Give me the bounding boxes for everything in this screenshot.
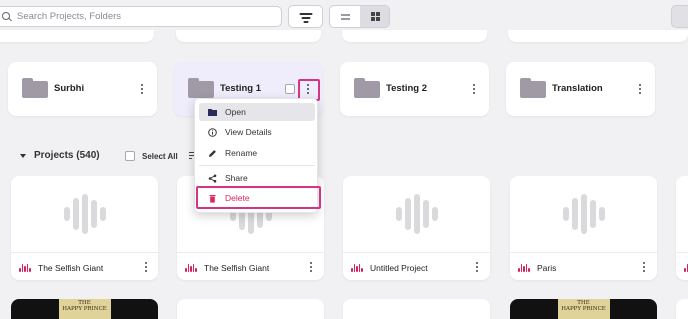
- more-options-icon[interactable]: [643, 262, 646, 273]
- folder-checkbox[interactable]: [285, 84, 295, 94]
- filter-icon: [299, 13, 312, 15]
- list-view-button[interactable]: [330, 6, 360, 27]
- filter-icon-line: [303, 21, 308, 23]
- waveform-placeholder-icon: [395, 194, 438, 234]
- more-options-icon[interactable]: [145, 262, 148, 273]
- folder-name: Testing 2: [386, 83, 427, 94]
- info-icon: [208, 128, 217, 137]
- projects-section-title: Projects (540): [34, 150, 100, 161]
- more-options-icon[interactable]: [476, 262, 479, 273]
- delete-highlight: [196, 186, 321, 209]
- project-card[interactable]: Paris: [510, 176, 657, 280]
- folder-icon: [354, 78, 380, 98]
- project-card-partial[interactable]: [676, 299, 688, 319]
- search-icon: [1, 11, 13, 23]
- menu-item-rename[interactable]: Rename: [199, 144, 315, 162]
- folder-icon: [520, 78, 546, 98]
- project-card-partial[interactable]: [177, 299, 324, 319]
- audio-project-icon: [185, 264, 197, 272]
- project-name: Untitled Project: [370, 263, 428, 273]
- menu-divider: [199, 165, 315, 166]
- grid-view-icon-cell: [371, 17, 375, 21]
- grid-view-icon-cell: [376, 17, 380, 21]
- audio-project-icon: [684, 264, 688, 272]
- filter-icon-line: [301, 17, 310, 19]
- more-options-icon[interactable]: [141, 84, 144, 95]
- book-cover-thumbnail: THE HAPPY PRINCE: [58, 299, 111, 319]
- grid-view-button[interactable]: [360, 6, 389, 27]
- project-card[interactable]: The Selfish Giant: [11, 176, 158, 280]
- more-options-icon[interactable]: [310, 262, 313, 273]
- pencil-icon: [208, 149, 217, 157]
- project-thumbnail: [510, 176, 657, 252]
- share-icon: [208, 174, 217, 183]
- book-cover-line2: HAPPY PRINCE: [62, 306, 107, 312]
- menu-item-share[interactable]: Share: [199, 169, 315, 187]
- search-placeholder: Search Projects, Folders: [17, 11, 122, 22]
- more-options-icon[interactable]: [307, 84, 310, 95]
- menu-item-label: View Details: [225, 127, 272, 137]
- audio-project-icon: [19, 264, 31, 272]
- view-toggle: [329, 5, 390, 28]
- more-options-icon[interactable]: [473, 84, 476, 95]
- menu-item-open[interactable]: Open: [199, 103, 315, 121]
- project-card-partial[interactable]: [676, 176, 688, 280]
- project-thumbnail: [343, 176, 490, 252]
- menu-item-label: Share: [225, 173, 248, 183]
- card-partial: [508, 30, 688, 42]
- grid-view-icon: [371, 12, 375, 16]
- waveform-placeholder-icon: [562, 194, 605, 234]
- audio-project-icon: [518, 264, 530, 272]
- list-view-icon-line: [341, 18, 350, 20]
- waveform-placeholder-icon: [63, 194, 106, 234]
- menu-item-label: Open: [225, 107, 246, 117]
- audio-project-icon: [351, 264, 363, 272]
- menu-item-label: Rename: [225, 148, 258, 158]
- project-name: The Selfish Giant: [38, 263, 104, 273]
- more-options-icon[interactable]: [639, 84, 642, 95]
- project-card-partial[interactable]: [343, 299, 490, 319]
- folder-card[interactable]: Surbhi: [8, 62, 157, 116]
- project-card[interactable]: Untitled Project: [343, 176, 490, 280]
- project-card-partial[interactable]: THE HAPPY PRINCE: [510, 299, 657, 319]
- project-card-partial[interactable]: THE HAPPY PRINCE: [11, 299, 158, 319]
- folder-icon: [188, 78, 214, 98]
- folder-card[interactable]: Testing 2: [340, 62, 489, 116]
- card-partial: [342, 30, 487, 42]
- select-all-label[interactable]: Select All: [142, 152, 178, 161]
- folder-card[interactable]: Translation: [506, 62, 655, 116]
- book-cover-thumbnail: THE HAPPY PRINCE: [557, 299, 610, 319]
- folder-name: Translation: [552, 83, 603, 94]
- select-all-checkbox[interactable]: [125, 151, 135, 161]
- book-cover-line2: HAPPY PRINCE: [561, 306, 606, 312]
- folder-name: Surbhi: [54, 83, 85, 94]
- search-input[interactable]: Search Projects, Folders: [0, 6, 282, 27]
- project-thumbnail: [11, 176, 158, 252]
- grid-view-icon-cell: [376, 12, 380, 16]
- project-name: Paris: [537, 263, 557, 273]
- folder-name: Testing 1: [220, 83, 261, 94]
- folder-icon: [208, 108, 217, 116]
- card-partial: [0, 30, 154, 42]
- toolbar-button-partial[interactable]: [671, 5, 688, 28]
- collapse-caret-icon[interactable]: [20, 154, 26, 158]
- project-name: The Selfish Giant: [204, 263, 270, 273]
- filter-button[interactable]: [288, 5, 323, 28]
- card-partial: [176, 30, 321, 42]
- menu-item-view-details[interactable]: View Details: [199, 123, 315, 141]
- list-view-icon: [341, 14, 350, 16]
- folder-icon: [22, 78, 48, 98]
